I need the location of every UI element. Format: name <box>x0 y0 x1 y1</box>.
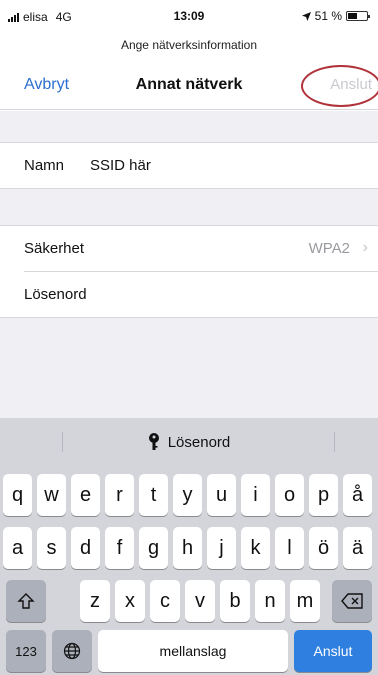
key-å[interactable]: å <box>343 474 372 516</box>
cancel-button[interactable]: Avbryt <box>24 76 69 94</box>
key-ä[interactable]: ä <box>343 527 372 569</box>
key-y[interactable]: y <box>173 474 202 516</box>
name-field[interactable]: SSID här <box>90 157 151 174</box>
shift-key[interactable] <box>6 580 46 622</box>
key-f[interactable]: f <box>105 527 134 569</box>
section-gap <box>0 111 378 142</box>
key-icon <box>148 433 159 450</box>
key-ö[interactable]: ö <box>309 527 338 569</box>
key-l[interactable]: l <box>275 527 304 569</box>
key-p[interactable]: p <box>309 474 338 516</box>
password-row[interactable]: Lösenord <box>0 272 378 317</box>
delete-key[interactable] <box>332 580 372 622</box>
key-n[interactable]: n <box>255 580 285 622</box>
key-x[interactable]: x <box>115 580 145 622</box>
empty-area <box>0 318 378 418</box>
security-row[interactable]: Säkerhet WPA2 › <box>0 226 378 271</box>
screen-subtitle: Ange nätverksinformation <box>120 38 258 52</box>
key-t[interactable]: t <box>139 474 168 516</box>
section-gap <box>0 189 378 225</box>
key-b[interactable]: b <box>220 580 250 622</box>
password-label: Lösenord <box>24 286 87 303</box>
key-c[interactable]: c <box>150 580 180 622</box>
key-h[interactable]: h <box>173 527 202 569</box>
shift-icon <box>17 593 35 609</box>
name-label: Namn <box>24 157 65 174</box>
key-z[interactable]: z <box>80 580 110 622</box>
password-hint-label: Lösenord <box>167 433 231 451</box>
status-right: 51 % <box>301 9 370 23</box>
globe-key[interactable] <box>52 630 92 672</box>
key-o[interactable]: o <box>275 474 304 516</box>
key-w[interactable]: w <box>37 474 66 516</box>
key-j[interactable]: j <box>207 527 236 569</box>
key-u[interactable]: u <box>207 474 236 516</box>
password-autofill-hint[interactable]: Lösenord <box>0 433 378 451</box>
join-button[interactable]: Anslut <box>330 76 372 93</box>
numbers-key[interactable]: 123 <box>6 630 46 672</box>
location-arrow-icon <box>301 11 311 21</box>
key-s[interactable]: s <box>37 527 66 569</box>
key-k[interactable]: k <box>241 527 270 569</box>
key-v[interactable]: v <box>185 580 215 622</box>
key-d[interactable]: d <box>71 527 100 569</box>
key-i[interactable]: i <box>241 474 270 516</box>
key-g[interactable]: g <box>139 527 168 569</box>
keyboard-suggestion-bar: Lösenord <box>0 418 378 466</box>
delete-icon <box>341 593 363 609</box>
globe-icon <box>63 642 81 660</box>
chevron-right-icon: › <box>362 239 368 256</box>
battery-percent: 51 % <box>314 9 342 23</box>
security-label: Säkerhet <box>24 240 85 257</box>
key-a[interactable]: a <box>3 527 32 569</box>
status-bar: elisa 4G 13:09 51 % <box>0 0 378 28</box>
navigation-bar: Avbryt Annat nätverk Anslut <box>0 60 378 110</box>
key-q[interactable]: q <box>3 474 32 516</box>
keyboard: Lösenord qwertyuiopå asdfghjklöä zxcvbnm… <box>0 418 378 675</box>
key-r[interactable]: r <box>105 474 134 516</box>
battery-icon <box>346 11 370 21</box>
key-m[interactable]: m <box>290 580 320 622</box>
join-key[interactable]: Anslut <box>294 630 372 672</box>
key-e[interactable]: e <box>71 474 100 516</box>
space-key[interactable]: mellanslag <box>98 630 288 672</box>
security-value: WPA2 <box>308 240 350 257</box>
name-row[interactable]: Namn SSID här <box>0 143 378 188</box>
